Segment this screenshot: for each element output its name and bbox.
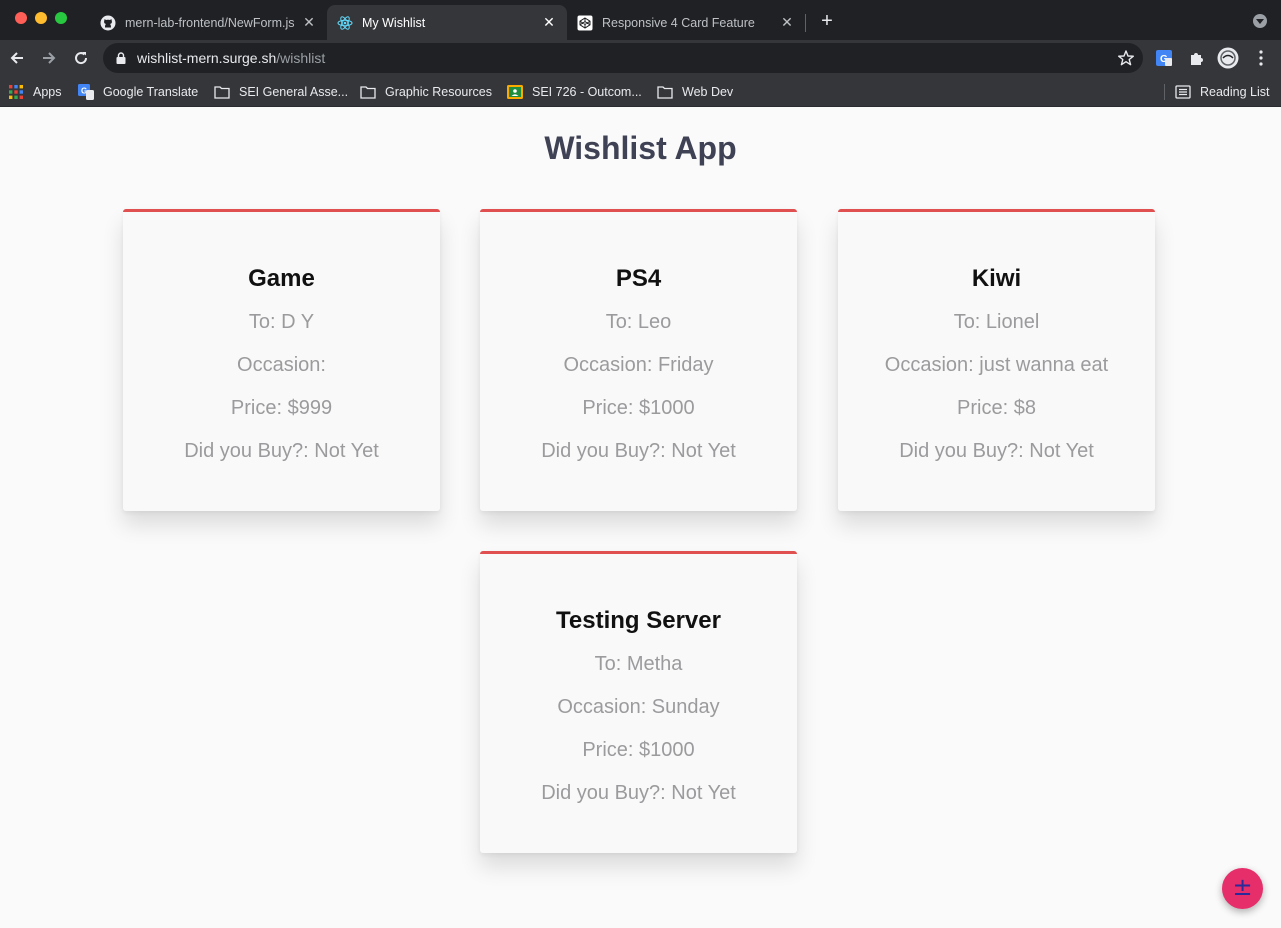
price-text: Price: $999 [230, 397, 333, 419]
tab-divider [805, 14, 806, 32]
bookmark-google-translate[interactable]: G Google Translate [78, 81, 198, 103]
item-name: Kiwi [971, 265, 1022, 292]
tab-title: mern-lab-frontend/NewForm.js [125, 15, 295, 30]
close-icon[interactable]: ✕ [779, 14, 795, 31]
bookmark-folder-sei-general[interactable]: SEI General Asse... [214, 81, 348, 103]
bookmark-label: SEI General Asse... [239, 85, 349, 99]
wishlist-card: PS4 To: Leo Occasion: Friday Price: $100… [480, 209, 797, 511]
item-name: Testing Server [556, 607, 721, 634]
tab-github[interactable]: mern-lab-frontend/NewForm.js ✕ [90, 5, 327, 40]
reading-list-button[interactable]: Reading List [1175, 81, 1270, 103]
forward-icon[interactable] [38, 47, 60, 69]
google-classroom-icon [507, 84, 523, 100]
add-item-button[interactable]: ± [1222, 868, 1263, 909]
recipient-text: To: Metha [594, 653, 683, 675]
occasion-text: Occasion: Sunday [557, 696, 720, 718]
page-content: Wishlist App Game To: D Y Occasion: Pric… [0, 108, 1281, 928]
url-text: wishlist-mern.surge.sh/wishlist [137, 50, 325, 66]
bookmark-star-icon[interactable] [1117, 49, 1135, 67]
price-text: Price: $1000 [582, 397, 695, 419]
tab-search-icon[interactable] [1253, 14, 1267, 28]
bought-status-text: Did you Buy?: Not Yet [541, 782, 736, 804]
occasion-text: Occasion: Friday [563, 354, 714, 376]
more-menu-icon[interactable] [1250, 47, 1272, 69]
reload-icon[interactable] [70, 47, 92, 69]
reading-list-icon [1175, 84, 1191, 100]
wishlist-card: Game To: D Y Occasion: Price: $999 Did y… [123, 209, 440, 511]
price-text: Price: $1000 [582, 739, 695, 761]
bookmark-label: Apps [33, 85, 62, 99]
tab-strip: mern-lab-frontend/NewForm.js ✕ My Wishli… [0, 0, 1281, 40]
window-minimize-button[interactable] [35, 12, 47, 24]
bookmarks-bar: Apps G Google Translate SEI General Asse… [0, 76, 1281, 107]
bookmark-sei-726[interactable]: SEI 726 - Outcom... [507, 81, 642, 103]
item-name: PS4 [615, 265, 662, 292]
back-icon[interactable] [6, 47, 28, 69]
extensions-puzzle-icon[interactable] [1185, 47, 1207, 69]
item-name: Game [248, 265, 315, 292]
tab-title: Responsive 4 Card Feature [602, 15, 755, 30]
window-close-button[interactable] [15, 12, 27, 24]
folder-icon [657, 84, 673, 100]
google-translate-icon: G [78, 84, 94, 100]
lock-icon[interactable] [115, 51, 127, 65]
bought-status-text: Did you Buy?: Not Yet [184, 440, 379, 462]
tab-my-wishlist[interactable]: My Wishlist ✕ [327, 5, 567, 40]
bookmark-folder-graphic-resources[interactable]: Graphic Resources [360, 81, 492, 103]
codepen-icon [577, 15, 593, 31]
bookmark-apps[interactable]: Apps [8, 81, 62, 103]
tab-codepen[interactable]: Responsive 4 Card Feature ✕ [567, 5, 805, 40]
bought-status-text: Did you Buy?: Not Yet [899, 440, 1094, 462]
bookmark-label: Google Translate [103, 85, 199, 99]
recipient-text: To: D Y [248, 311, 315, 333]
bookmark-label: Web Dev [682, 85, 734, 99]
browser-toolbar: wishlist-mern.surge.sh/wishlist G [0, 40, 1281, 76]
page-title: Wishlist App [544, 130, 737, 166]
bookmarks-divider [1164, 84, 1165, 100]
folder-icon [360, 84, 376, 100]
close-icon[interactable]: ✕ [541, 14, 557, 31]
address-bar[interactable]: wishlist-mern.surge.sh/wishlist [103, 43, 1143, 73]
bookmark-label: SEI 726 - Outcom... [532, 85, 642, 99]
bookmark-label: Graphic Resources [385, 85, 492, 99]
bought-status-text: Did you Buy?: Not Yet [541, 440, 736, 462]
google-translate-extension-icon[interactable]: G [1153, 47, 1175, 69]
react-icon [337, 15, 353, 31]
occasion-text: Occasion: [237, 354, 326, 376]
folder-icon [214, 84, 230, 100]
github-icon [100, 15, 116, 31]
bookmark-folder-web-dev[interactable]: Web Dev [657, 81, 733, 103]
window-zoom-button[interactable] [55, 12, 67, 24]
apps-grid-icon [8, 84, 24, 100]
url-host: wishlist-mern.surge.sh [137, 50, 277, 66]
wishlist-card: Testing Server To: Metha Occasion: Sunda… [480, 551, 797, 853]
wishlist-card: Kiwi To: Lionel Occasion: just wanna eat… [838, 209, 1155, 511]
profile-avatar-icon[interactable] [1217, 47, 1239, 69]
recipient-text: To: Lionel [953, 311, 1040, 333]
url-path: /wishlist [276, 50, 326, 66]
occasion-text: Occasion: just wanna eat [884, 354, 1109, 376]
new-tab-button[interactable]: + [817, 11, 837, 31]
tab-title: My Wishlist [362, 15, 426, 30]
bookmark-label: Reading List [1200, 85, 1270, 99]
close-icon[interactable]: ✕ [301, 14, 317, 31]
price-text: Price: $8 [957, 397, 1036, 419]
recipient-text: To: Leo [605, 311, 672, 333]
